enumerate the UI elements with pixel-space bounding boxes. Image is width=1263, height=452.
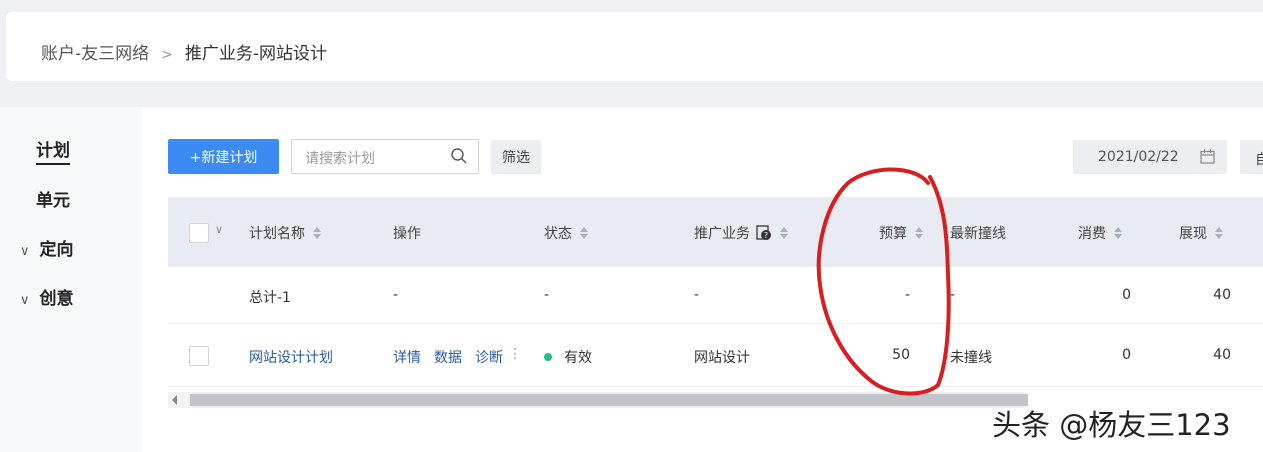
- table-header: ∨ 计划名称 操作 状态 推广业务 ? 预算 最新撞线 消费 展现: [168, 197, 1263, 267]
- latest-cell: 未撞线: [950, 350, 992, 366]
- column-header-budget[interactable]: 预算: [879, 223, 923, 243]
- date-value: 2021/02/22: [1098, 149, 1179, 165]
- select-all-checkbox[interactable]: [189, 223, 209, 243]
- column-header-label: 状态: [544, 226, 572, 242]
- nav-item-label: 创意: [39, 289, 74, 309]
- breadcrumb-account[interactable]: 账户-友三网络: [41, 44, 149, 64]
- custom-button-label: 自: [1255, 152, 1263, 168]
- sort-icon[interactable]: [1114, 227, 1122, 239]
- custom-button[interactable]: 自: [1240, 140, 1263, 174]
- sort-icon[interactable]: [580, 227, 588, 239]
- diagnose-link[interactable]: 诊断: [475, 347, 503, 367]
- column-header-actions: 操作: [393, 223, 421, 243]
- left-nav: 计划 单元 ∨ 定向 ∨ 创意: [0, 107, 142, 452]
- scroll-left-icon[interactable]: [172, 395, 177, 405]
- nav-item-label: 定向: [39, 240, 74, 260]
- calendar-icon: [1200, 149, 1215, 164]
- sort-icon[interactable]: [313, 227, 321, 239]
- watermark: 头条 @杨友三123: [992, 408, 1231, 442]
- nav-item-label: 单元: [36, 191, 70, 211]
- nav-item-targeting[interactable]: ∨ 定向: [20, 235, 74, 260]
- nav-item-creative[interactable]: ∨ 创意: [20, 284, 74, 309]
- status-cell: 有效: [544, 347, 592, 367]
- header-bar: 账户-友三网络 > 推广业务-网站设计: [6, 12, 1263, 81]
- column-header-spend[interactable]: 消费: [1078, 223, 1122, 243]
- table-row: 网站设计计划 详情 数据 诊断 ⋮ 有效 网站设计 50 未撞线 0 40: [168, 324, 1263, 387]
- row-checkbox[interactable]: [189, 346, 209, 366]
- column-header-label: 最新撞线: [950, 226, 1006, 242]
- total-name: 总计-1: [249, 290, 291, 306]
- date-picker[interactable]: 2021/02/22: [1073, 140, 1227, 174]
- main-panel: 计划 单元 ∨ 定向 ∨ 创意 +新建计划 请搜索计划 筛选 2021/02/22 …: [0, 107, 1263, 452]
- status-dot-icon: [544, 353, 552, 361]
- search-icon[interactable]: [450, 147, 468, 165]
- total-impressions: 40: [1213, 287, 1231, 303]
- search-input[interactable]: 请搜索计划: [291, 139, 479, 174]
- nav-item-plan[interactable]: 计划: [36, 136, 70, 165]
- total-op: -: [393, 287, 399, 303]
- svg-text:?: ?: [764, 231, 768, 240]
- new-plan-button[interactable]: +新建计划: [168, 139, 279, 174]
- column-header-impressions[interactable]: 展现: [1179, 223, 1223, 243]
- nav-item-label: 计划: [36, 141, 70, 161]
- column-header-label: 推广业务: [694, 226, 750, 242]
- total-latest: -: [950, 287, 956, 303]
- table-total-row: 总计-1 - - - - - 0 40: [168, 267, 1263, 324]
- sort-icon[interactable]: [780, 227, 788, 239]
- breadcrumb-current: 推广业务-网站设计: [184, 44, 328, 64]
- column-header-status[interactable]: 状态: [544, 223, 588, 243]
- scrollbar-thumb[interactable]: [190, 394, 1028, 406]
- data-link[interactable]: 数据: [434, 347, 462, 367]
- horizontal-scrollbar[interactable]: [168, 392, 1028, 408]
- chevron-down-icon[interactable]: ∨: [215, 223, 223, 236]
- chevron-down-icon: ∨: [20, 293, 30, 308]
- business-cell: 网站设计: [694, 350, 750, 366]
- total-spend: 0: [1122, 287, 1131, 303]
- search-placeholder: 请搜索计划: [305, 151, 375, 167]
- sort-icon[interactable]: [1215, 227, 1223, 239]
- column-header-business[interactable]: 推广业务 ?: [694, 223, 788, 243]
- more-icon[interactable]: ⋮: [508, 346, 522, 362]
- breadcrumb: 账户-友三网络 > 推广业务-网站设计: [41, 39, 327, 64]
- total-status: -: [544, 287, 550, 303]
- column-header-label: 展现: [1179, 226, 1207, 242]
- total-business: -: [694, 287, 700, 303]
- details-link[interactable]: 详情: [393, 347, 421, 367]
- sort-icon[interactable]: [915, 227, 923, 239]
- filter-button[interactable]: 筛选: [491, 140, 541, 174]
- total-budget: -: [904, 287, 910, 303]
- column-header-label: 计划名称: [249, 226, 305, 242]
- column-header-label: 消费: [1078, 226, 1106, 242]
- column-header-label: 预算: [879, 226, 907, 242]
- spend-cell: 0: [1122, 347, 1131, 363]
- column-header-label: 操作: [393, 226, 421, 242]
- status-text: 有效: [564, 350, 592, 366]
- chevron-down-icon: ∨: [20, 244, 30, 259]
- column-header-name[interactable]: 计划名称: [249, 223, 321, 243]
- column-header-latest: 最新撞线: [950, 223, 1006, 243]
- nav-item-unit[interactable]: 单元: [36, 186, 70, 211]
- budget-cell[interactable]: 50: [880, 347, 910, 363]
- help-icon[interactable]: ?: [756, 225, 772, 241]
- plan-name-link[interactable]: 网站设计计划: [249, 347, 333, 367]
- breadcrumb-separator: >: [161, 47, 173, 63]
- impressions-cell: 40: [1213, 347, 1231, 363]
